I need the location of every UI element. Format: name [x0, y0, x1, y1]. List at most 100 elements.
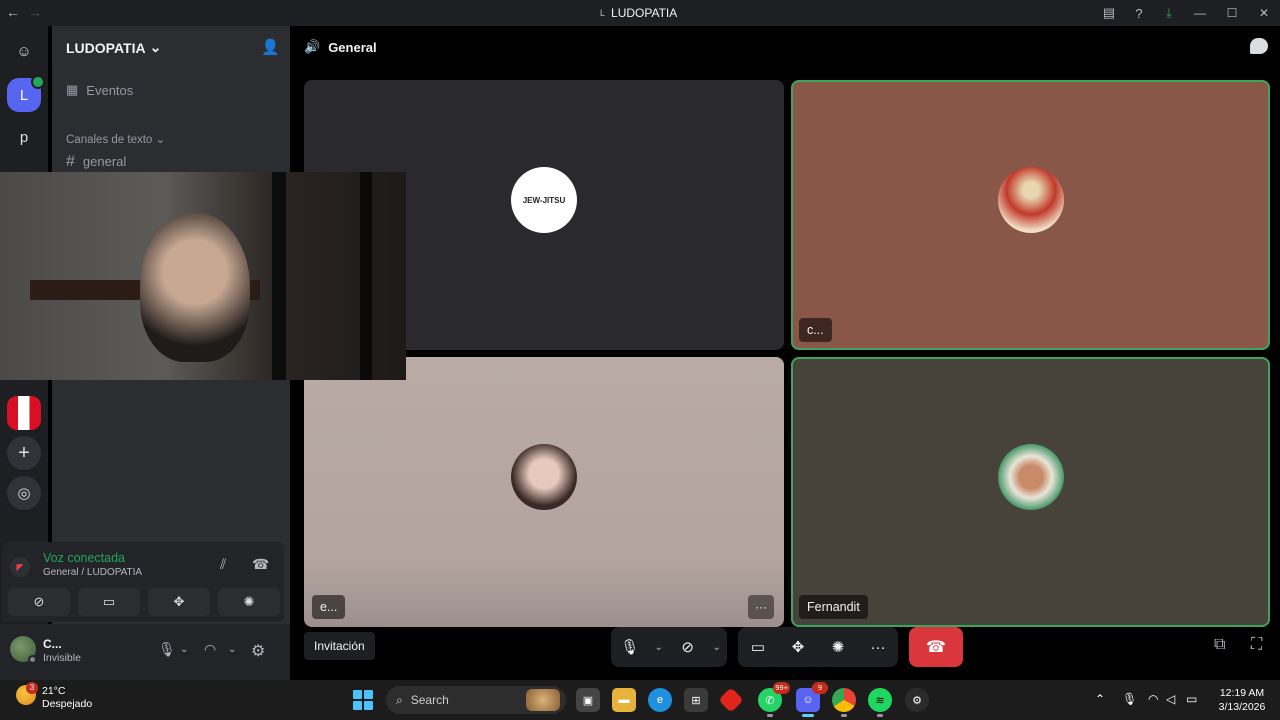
- participant-name: Fernandit: [799, 595, 868, 619]
- participant-tile[interactable]: Fernandit: [791, 357, 1270, 627]
- activities-icon[interactable]: ✥: [778, 627, 818, 667]
- window-title-text: LUDOPATIA: [611, 6, 678, 20]
- wifi-icon[interactable]: ◠: [1148, 692, 1158, 706]
- invisible-status-dot: [28, 655, 37, 664]
- signal-icon[interactable]: ◤: [10, 557, 30, 577]
- store-icon[interactable]: ⊞: [684, 688, 708, 712]
- discord-icon[interactable]: ☺ 9: [796, 682, 828, 717]
- participant-tile[interactable]: e... ···: [304, 357, 784, 627]
- volume-icon[interactable]: ◁: [1166, 692, 1175, 706]
- soundboard-button[interactable]: ✺: [218, 588, 280, 616]
- username[interactable]: C...: [43, 637, 62, 651]
- call-actions-group: ▭ ✥ ✺ ···: [738, 627, 898, 667]
- user-panel: C... Invisible 🎙 ⌄ ◠ ⌄ ⚙: [0, 624, 290, 680]
- voice-active-badge: [31, 75, 45, 89]
- more-icon[interactable]: ···: [858, 627, 898, 667]
- headphones-chevron-icon[interactable]: ⌄: [228, 644, 236, 655]
- screen-share-button[interactable]: ▭: [78, 588, 140, 616]
- participant-avatar: JEW-JITSU: [511, 167, 577, 233]
- file-explorer-icon[interactable]: ▬: [612, 688, 636, 712]
- running-indicator: [877, 714, 883, 717]
- add-server-icon[interactable]: +: [7, 436, 41, 470]
- close-button[interactable]: ✕: [1248, 0, 1280, 26]
- activities-button[interactable]: ✥: [148, 588, 210, 616]
- edge-icon[interactable]: e: [648, 688, 672, 712]
- channel-item-general[interactable]: # general: [66, 154, 126, 170]
- camera-off-button[interactable]: ⊘: [8, 588, 70, 616]
- maximize-button[interactable]: ☐: [1216, 0, 1248, 26]
- speaker-icon: 🔊: [304, 39, 321, 54]
- noise-suppression-icon[interactable]: ⫽: [220, 556, 226, 573]
- screen-share-icon[interactable]: ▭: [738, 627, 778, 667]
- weather-widget[interactable]: 3 21°C Despejado: [16, 682, 92, 711]
- hang-up-button[interactable]: ☎: [909, 627, 963, 667]
- clock-date: 3/13/2026: [1218, 701, 1266, 713]
- search-highlight-image: [526, 689, 560, 711]
- voice-location: General / LUDOPATIA: [43, 567, 143, 578]
- participant-tile[interactable]: c...: [791, 80, 1270, 350]
- more-options-button[interactable]: ···: [748, 595, 774, 619]
- inbox-icon[interactable]: ▤: [1094, 0, 1124, 26]
- taskbar-search[interactable]: ⌕ Search: [386, 686, 566, 714]
- soundboard-icon[interactable]: ✺: [818, 627, 858, 667]
- help-icon[interactable]: ?: [1124, 0, 1154, 26]
- weather-sun-icon: 3: [16, 682, 38, 705]
- discord-home-icon[interactable]: ☺: [7, 34, 41, 68]
- windows-taskbar: 3 21°C Despejado ⌕ Search ▣ ▬ e ⊞ ✆ 99+ …: [0, 680, 1280, 720]
- search-icon: ⌕: [396, 692, 403, 707]
- webcam-overlay[interactable]: [0, 172, 406, 380]
- microphone-icon[interactable]: 🎙: [158, 641, 176, 658]
- gear-icon[interactable]: ⚙: [251, 641, 265, 661]
- server-name-header[interactable]: LUDOPATIA ⌄: [66, 39, 161, 56]
- headphones-icon[interactable]: ◠: [204, 641, 216, 658]
- disconnect-icon[interactable]: ☎: [252, 556, 269, 573]
- chevron-up-icon[interactable]: ⌃: [1095, 692, 1105, 706]
- pop-out-icon[interactable]: ⧉: [1214, 636, 1225, 654]
- peru-flag-server-icon[interactable]: [7, 396, 41, 430]
- voice-connection-panel: ◤ Voz conectada General / LUDOPATIA ⫽ ☎ …: [2, 542, 284, 622]
- battery-icon[interactable]: ▭: [1186, 692, 1197, 706]
- server-icon-p[interactable]: p: [7, 120, 41, 154]
- steam-icon[interactable]: ⚙: [905, 688, 929, 712]
- chat-icon[interactable]: [1250, 38, 1268, 54]
- webcam-divider: [272, 172, 286, 380]
- server-icon-l[interactable]: L: [7, 75, 45, 112]
- whatsapp-icon[interactable]: ✆ 99+: [758, 682, 790, 717]
- forward-arrow-icon[interactable]: →: [28, 4, 42, 20]
- microphone-icon[interactable]: 🎙: [611, 627, 648, 667]
- events-item[interactable]: ▦ Eventos: [66, 82, 133, 98]
- category-label: Canales de texto: [66, 134, 153, 146]
- back-arrow-icon[interactable]: ←: [6, 4, 20, 20]
- server-p-initial: p: [19, 128, 29, 146]
- participant-avatar: [511, 444, 577, 510]
- taskbar-clock[interactable]: 12:19 AM 3/13/2026: [1212, 686, 1272, 714]
- explore-icon[interactable]: ◎: [7, 476, 41, 510]
- channel-name: general: [82, 154, 127, 169]
- microphone-tray-icon[interactable]: 🎙: [1122, 692, 1137, 706]
- add-member-icon[interactable]: 👤: [261, 38, 280, 56]
- camera-chevron-icon[interactable]: ⌄: [706, 627, 727, 667]
- download-icon[interactable]: ⤓: [1154, 0, 1184, 26]
- invite-button[interactable]: Invitación: [304, 632, 375, 660]
- server-name: LUDOPATIA: [66, 39, 146, 56]
- spotify-icon[interactable]: ≋: [868, 688, 892, 717]
- fullscreen-icon[interactable]: ⛶: [1251, 636, 1262, 654]
- weather-badge: 3: [26, 682, 38, 694]
- whatsapp-badge: 99+: [773, 682, 790, 694]
- hash-icon: #: [66, 153, 75, 170]
- task-view-icon[interactable]: ▣: [576, 688, 600, 712]
- participant-avatar: [997, 167, 1064, 233]
- participant-name: c...: [799, 318, 832, 342]
- voice-status[interactable]: Voz conectada: [43, 551, 125, 565]
- call-controls-bar: Invitación 🎙 ⌄ ⊘ ⌄ ▭ ✥ ✺ ··· ☎ ⧉ ⛶: [290, 624, 1280, 680]
- chrome-icon[interactable]: [832, 688, 856, 717]
- mic-chevron-icon[interactable]: ⌄: [648, 627, 669, 667]
- app-diamond-icon[interactable]: [718, 687, 744, 713]
- chevron-down-icon: ⌄: [149, 39, 162, 55]
- camera-off-icon[interactable]: ⊘: [669, 627, 706, 667]
- minimize-button[interactable]: —: [1184, 0, 1216, 26]
- category-text-channels[interactable]: Canales de texto ⌄: [66, 132, 165, 146]
- webcam-background-post: [360, 172, 372, 380]
- mic-chevron-icon[interactable]: ⌄: [180, 644, 188, 655]
- windows-start-icon[interactable]: [353, 690, 373, 710]
